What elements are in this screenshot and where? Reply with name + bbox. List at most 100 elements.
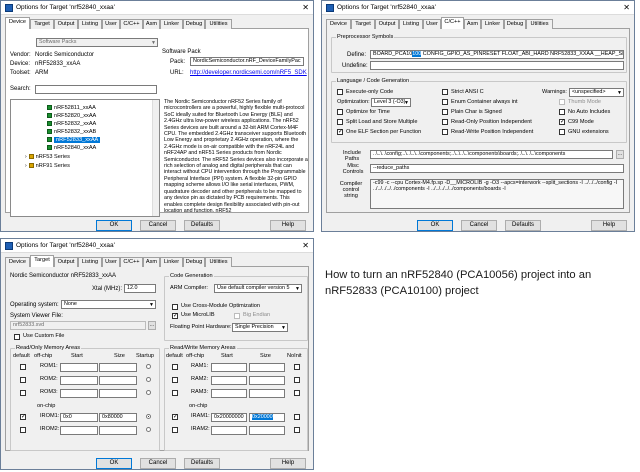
irom1-size-input[interactable]: 0x80000 (99, 413, 137, 422)
strict-ansi-checkbox[interactable] (442, 89, 448, 95)
cancel-button[interactable]: Cancel (140, 220, 176, 231)
iram1-start-input[interactable]: 0x20000000 (211, 413, 247, 422)
ok-button[interactable]: OK (417, 220, 453, 231)
device-tree[interactable]: nRF52811_xxAA nRF52820_xxAA nRF52832_xxA… (10, 99, 160, 217)
iram2-default-checkbox[interactable] (172, 427, 178, 433)
c99-mode-checkbox[interactable]: ✓ (559, 119, 565, 125)
os-select[interactable]: None ▼ (61, 300, 156, 309)
ram3-size-input[interactable] (249, 389, 285, 398)
pack-source-combo[interactable]: Software Packs ▼ (36, 38, 158, 47)
xtal-input[interactable]: 12.0 (124, 284, 156, 293)
close-icon[interactable]: ✕ (623, 3, 630, 12)
irom2-size-input[interactable] (99, 426, 137, 435)
optimize-time-checkbox[interactable] (337, 109, 343, 115)
big-endian-checkbox[interactable] (234, 313, 240, 319)
microlib-checkbox[interactable]: ✓ (172, 313, 178, 319)
tree-scrollbar[interactable] (152, 100, 159, 216)
cancel-button[interactable]: Cancel (140, 458, 176, 469)
tree-item-nrf52840[interactable]: nRF52840_xxAA (11, 144, 159, 152)
defaults-button[interactable]: Defaults (184, 220, 220, 231)
tab-device[interactable]: Device (326, 19, 351, 29)
rom3-startup-radio[interactable] (146, 390, 151, 395)
rom2-startup-radio[interactable] (146, 377, 151, 382)
close-icon[interactable]: ✕ (302, 241, 309, 250)
optimization-select[interactable]: Level 3 (-O3) ▼ (371, 98, 411, 107)
ram2-default-checkbox[interactable] (172, 377, 178, 383)
tab-asm[interactable]: Asm (143, 257, 160, 267)
iram1-size-input[interactable]: 0x20000 (249, 413, 285, 422)
gnu-ext-checkbox[interactable] (559, 129, 565, 135)
expand-icon[interactable]: › (25, 163, 27, 169)
plain-char-checkbox[interactable] (442, 109, 448, 115)
ram2-start-input[interactable] (211, 376, 247, 385)
misc-controls-input[interactable]: --reduce_paths (370, 164, 624, 173)
tab-utilities[interactable]: Utilities (205, 257, 232, 267)
ram3-noinit-checkbox[interactable] (294, 390, 300, 396)
ram1-size-input[interactable] (249, 363, 285, 372)
irom2-startup-radio[interactable] (146, 427, 151, 432)
rom3-default-checkbox[interactable] (20, 390, 26, 396)
include-browse-button[interactable]: ... (616, 150, 624, 159)
tab-listing[interactable]: Listing (78, 257, 102, 267)
tab-device[interactable]: Device (5, 257, 30, 267)
tab-utilities[interactable]: Utilities (205, 19, 232, 29)
ram3-default-checkbox[interactable] (172, 390, 178, 396)
undefine-input[interactable] (370, 61, 624, 70)
rwpi-checkbox[interactable] (442, 129, 448, 135)
rom2-start-input[interactable] (60, 376, 98, 385)
help-button[interactable]: Help (270, 458, 306, 469)
rom1-startup-radio[interactable] (146, 364, 151, 369)
ropi-checkbox[interactable] (442, 119, 448, 125)
search-input[interactable] (35, 85, 157, 94)
rom2-default-checkbox[interactable] (20, 377, 26, 383)
svf-input[interactable]: nrf52833.svd (10, 321, 146, 330)
rom1-size-input[interactable] (99, 363, 137, 372)
help-button[interactable]: Help (591, 220, 627, 231)
iram2-start-input[interactable] (211, 426, 247, 435)
pack-field[interactable]: NordicSemiconductor.nRF_DeviceFamilyPac (190, 57, 304, 66)
tree-item-nrf52833[interactable]: nRF52833_xxAA (11, 136, 159, 144)
cancel-button[interactable]: Cancel (461, 220, 497, 231)
ram3-start-input[interactable] (211, 389, 247, 398)
tab-debug[interactable]: Debug (183, 257, 205, 267)
tab-listing[interactable]: Listing (78, 19, 102, 29)
arm-compiler-select[interactable]: Use default compiler version 5 ▼ (214, 284, 302, 293)
irom1-start-input[interactable]: 0x0 (60, 413, 98, 422)
irom2-start-input[interactable] (60, 426, 98, 435)
svf-browse-button[interactable]: ... (148, 321, 156, 330)
tab-user[interactable]: User (102, 19, 120, 29)
ram1-default-checkbox[interactable] (172, 364, 178, 370)
tab-output[interactable]: Output (375, 19, 399, 29)
expand-icon[interactable]: › (25, 154, 27, 160)
rom1-default-checkbox[interactable] (20, 364, 26, 370)
close-icon[interactable]: ✕ (302, 3, 309, 12)
cross-module-checkbox[interactable] (172, 304, 178, 310)
rom1-start-input[interactable] (60, 363, 98, 372)
tab-target[interactable]: Target (351, 19, 375, 29)
custom-file-checkbox[interactable] (14, 334, 20, 340)
rom2-size-input[interactable] (99, 376, 137, 385)
tab-utilities[interactable]: Utilities (526, 19, 553, 29)
define-input[interactable]: BOARD_PCA10100 CONFIG_GPIO_AS_PINRESET F… (370, 50, 624, 59)
tree-item-nrf52820[interactable]: nRF52820_xxAA (11, 112, 159, 120)
irom2-default-checkbox[interactable] (20, 427, 26, 433)
ok-button[interactable]: OK (96, 220, 132, 231)
ram2-noinit-checkbox[interactable] (294, 377, 300, 383)
tree-item-nrf53[interactable]: › nRF53 Series (11, 153, 159, 161)
tab-user[interactable]: User (102, 257, 120, 267)
one-elf-checkbox[interactable]: ✓ (337, 129, 343, 135)
defaults-button[interactable]: Defaults (505, 220, 541, 231)
enum-int-checkbox[interactable] (442, 99, 448, 105)
tab-debug[interactable]: Debug (504, 19, 526, 29)
tab-target[interactable]: Target (30, 255, 54, 267)
tab-output[interactable]: Output (54, 19, 78, 29)
tree-item-nrf52811[interactable]: nRF52811_xxAA (11, 104, 159, 112)
tab-device[interactable]: Device (5, 17, 30, 29)
iram2-noinit-checkbox[interactable] (294, 427, 300, 433)
fpu-select[interactable]: Single Precision ▼ (232, 323, 288, 332)
ok-button[interactable]: OK (96, 458, 132, 469)
tab-output[interactable]: Output (54, 257, 78, 267)
tab-cc[interactable]: C/C++ (120, 257, 143, 267)
warnings-select[interactable]: <unspecified> ▼ (569, 88, 624, 97)
defaults-button[interactable]: Defaults (184, 458, 220, 469)
